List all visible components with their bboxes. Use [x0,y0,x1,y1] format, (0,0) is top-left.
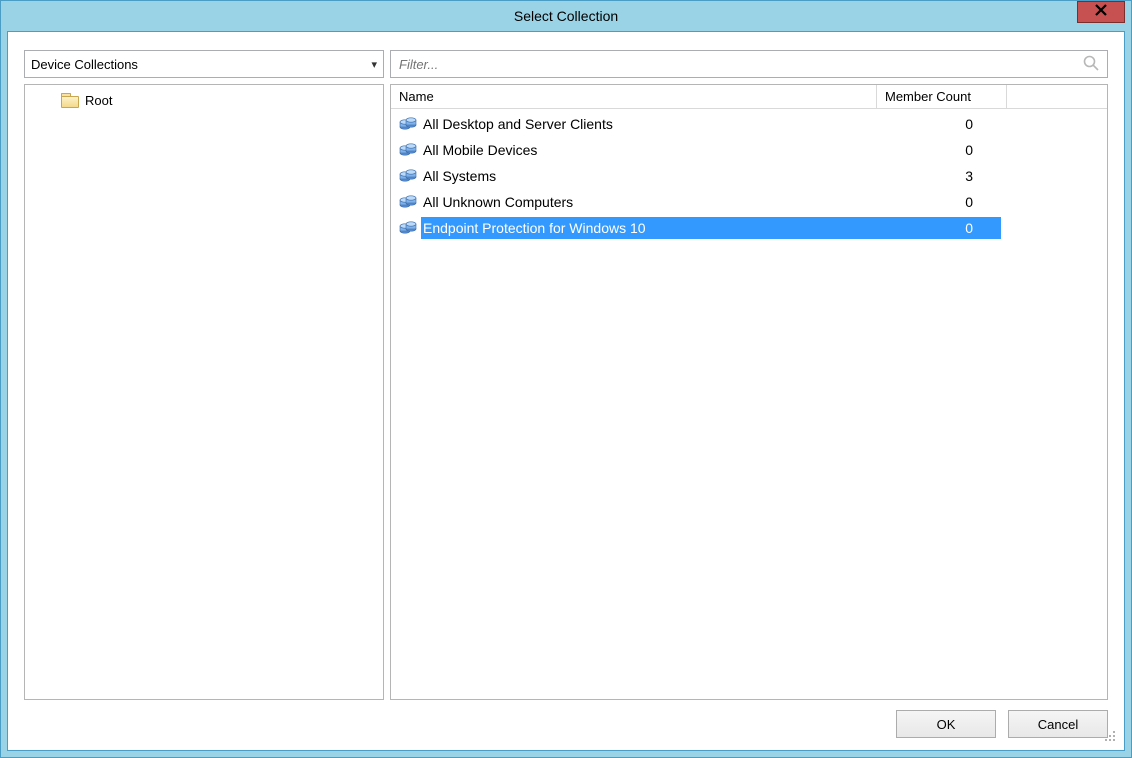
ok-button[interactable]: OK [896,710,996,738]
cell-name-text: All Systems [421,168,871,184]
collection-icon [399,141,417,159]
cell-count: 0 [871,142,1001,158]
filter-row [390,50,1108,78]
cell-name-text: Endpoint Protection for Windows 10 [421,218,871,238]
collection-icon [399,219,417,237]
cell-count: 0 [871,218,1001,238]
table-row[interactable]: All Unknown Computers0 [397,189,1101,215]
grid-body[interactable]: All Desktop and Server Clients0 All Mobi… [391,109,1107,699]
folder-icon [61,93,79,107]
cell-name: Endpoint Protection for Windows 100 [397,217,1001,239]
column-header-name[interactable]: Name [391,85,877,108]
cell-name: All Systems3 [397,167,1001,185]
close-icon [1095,3,1107,21]
column-header-count[interactable]: Member Count [877,85,1007,108]
table-row[interactable]: All Systems3 [397,163,1101,189]
cell-count: 3 [871,168,1001,184]
cell-name: All Mobile Devices0 [397,141,1001,159]
table-row[interactable]: All Mobile Devices0 [397,137,1101,163]
grid-header: Name Member Count [391,85,1107,109]
cell-name: All Unknown Computers0 [397,193,1001,211]
collections-grid: Name Member Count All Desktop and Server… [390,84,1108,700]
combo-value: Device Collections [31,57,138,72]
table-row[interactable]: Endpoint Protection for Windows 100 [397,215,1101,241]
filter-input[interactable] [391,51,1075,77]
collection-icon [399,167,417,185]
cancel-button[interactable]: Cancel [1008,710,1108,738]
cell-name-text: All Mobile Devices [421,142,871,158]
titlebar: Select Collection [1,1,1131,31]
cell-name-text: All Desktop and Server Clients [421,116,871,132]
close-button[interactable] [1077,1,1125,23]
cell-name-text: All Unknown Computers [421,194,871,210]
client-area: Device Collections ▾ Root [7,31,1125,751]
left-column: Device Collections ▾ Root [24,50,384,700]
main-row: Device Collections ▾ Root [24,50,1108,700]
cell-name: All Desktop and Server Clients0 [397,115,1001,133]
collection-icon [399,193,417,211]
cell-count: 0 [871,194,1001,210]
collection-tree[interactable]: Root [24,84,384,700]
tree-item-label: Root [85,93,112,108]
right-column: Name Member Count All Desktop and Server… [390,50,1108,700]
search-button[interactable] [1075,51,1107,77]
tree-root-item[interactable]: Root [31,89,377,111]
button-row: OK Cancel [24,700,1108,738]
table-row[interactable]: All Desktop and Server Clients0 [397,111,1101,137]
dialog-window: Select Collection Device Collections ▾ R… [0,0,1132,758]
collection-icon [399,115,417,133]
collection-type-combo[interactable]: Device Collections ▾ [24,50,384,78]
window-title: Select Collection [514,8,618,24]
cell-count: 0 [871,116,1001,132]
column-header-spacer [1007,85,1107,108]
search-icon [1082,54,1100,75]
chevron-down-icon: ▾ [371,58,377,71]
